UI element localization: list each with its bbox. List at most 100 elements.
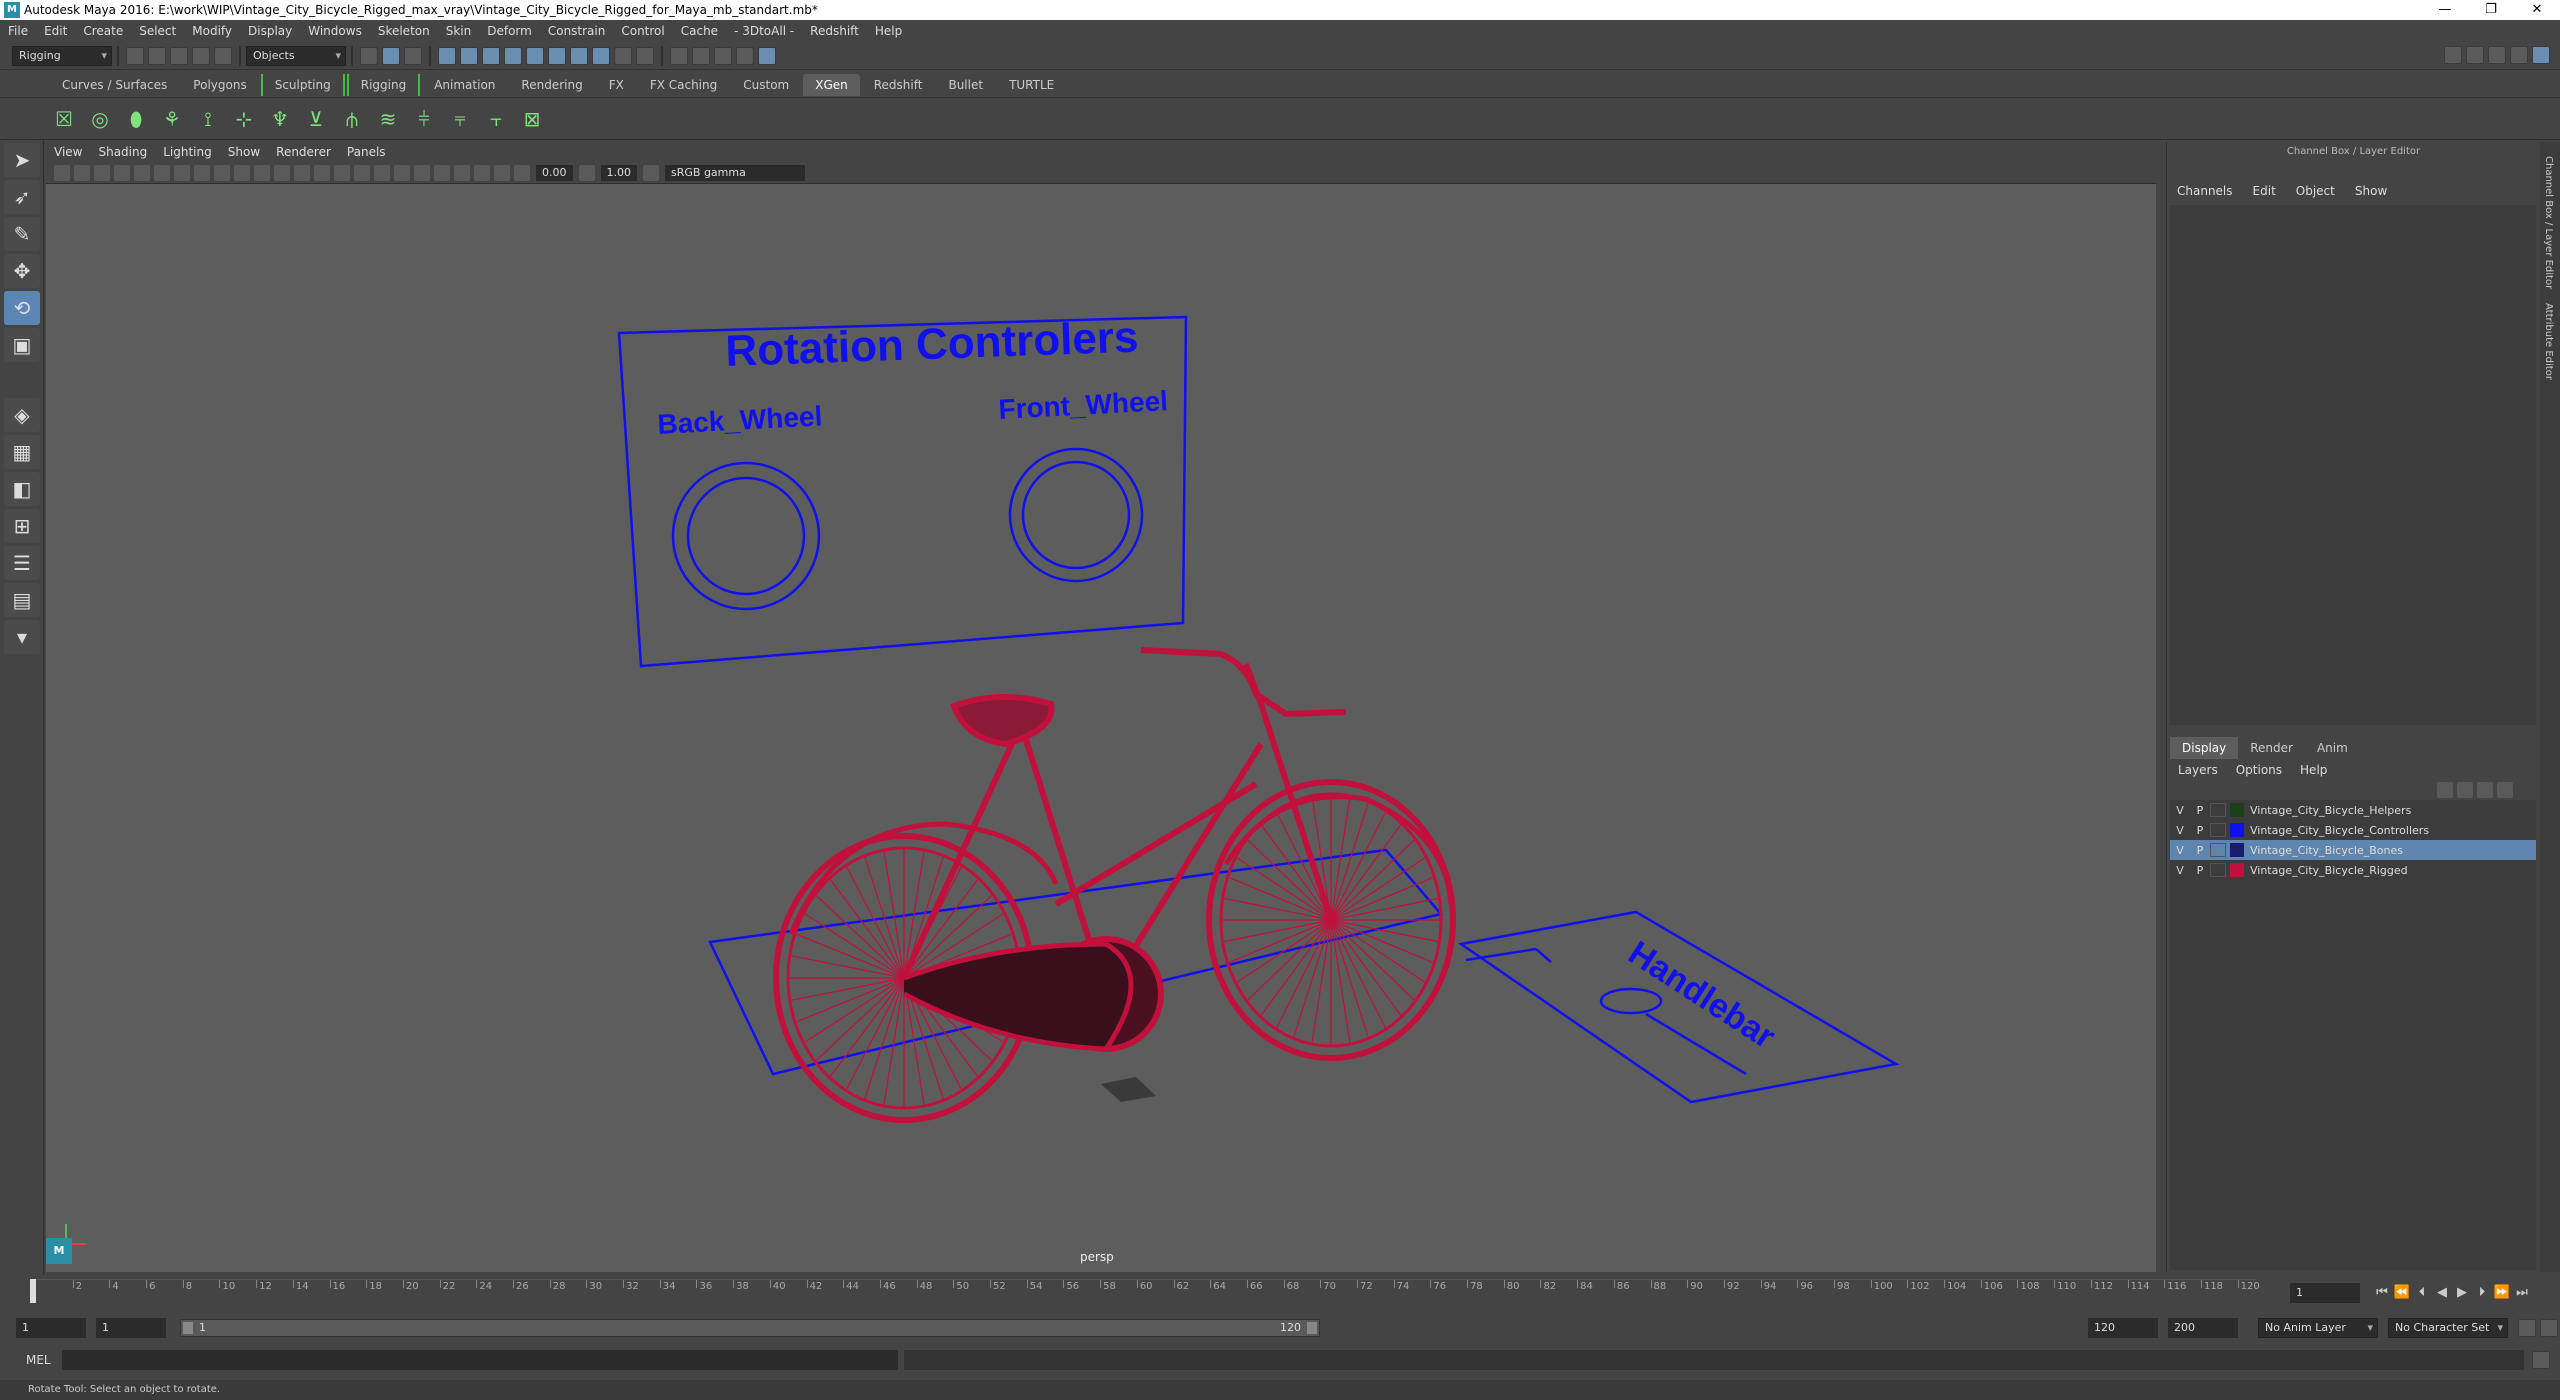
toolbox-more-icon[interactable]: ▾: [4, 620, 40, 654]
history-icon[interactable]: [592, 46, 610, 65]
go-to-end-icon[interactable]: ⏭: [2512, 1283, 2532, 1303]
range-bar[interactable]: 1 120: [180, 1319, 1320, 1337]
lights-icon[interactable]: [414, 164, 430, 181]
step-forward-frame-icon[interactable]: ⏵: [2472, 1283, 2492, 1303]
exposure-field[interactable]: 0.00: [536, 164, 573, 181]
shelf-tab-animation[interactable]: Animation: [422, 74, 507, 96]
layer-menu-options[interactable]: Options: [2236, 760, 2282, 780]
side-tab-channel-box[interactable]: Channel Box / Layer Editor: [2543, 156, 2554, 289]
undo-icon[interactable]: [192, 46, 210, 65]
range-start-handle[interactable]: [183, 1322, 193, 1334]
layer-color-swatch[interactable]: [2230, 803, 2244, 817]
viewport-menu-shading[interactable]: Shading: [90, 142, 155, 162]
select-component-icon[interactable]: [404, 46, 422, 65]
save-scene-icon[interactable]: [170, 46, 188, 65]
handlebar-controller[interactable]: [1457, 910, 1900, 1104]
xgen-create-description-icon[interactable]: ◎: [85, 104, 115, 134]
xgen-cut-icon[interactable]: ⫩: [409, 104, 439, 134]
channel-box-menu-edit[interactable]: Edit: [2253, 184, 2276, 198]
textured-icon[interactable]: [394, 164, 410, 181]
bookmark-icon[interactable]: [94, 164, 110, 181]
last-tool-icon[interactable]: ◈: [4, 398, 40, 432]
layer-playback-toggle[interactable]: P: [2190, 864, 2210, 877]
layer-menu-layers[interactable]: Layers: [2178, 760, 2218, 780]
shelf-tab-rendering[interactable]: Rendering: [509, 74, 594, 96]
menu-cache[interactable]: Cache: [673, 20, 726, 42]
playback-end-field[interactable]: 120: [2088, 1318, 2158, 1338]
layer-playback-toggle[interactable]: P: [2190, 844, 2210, 857]
animation-preferences-icon[interactable]: [2540, 1319, 2558, 1337]
shelf-tab-polygons[interactable]: Polygons: [181, 74, 258, 96]
menu-skin[interactable]: Skin: [438, 20, 480, 42]
image-plane-icon[interactable]: [114, 164, 130, 181]
menuset-dropdown[interactable]: Rigging: [12, 45, 112, 66]
auto-key-icon[interactable]: [2518, 1319, 2536, 1337]
select-hierarchy-icon[interactable]: [360, 46, 378, 65]
channel-box-menu-object[interactable]: Object: [2296, 184, 2335, 198]
shelf-tab-turtle[interactable]: TURTLE: [997, 74, 1066, 96]
render-view-icon[interactable]: [758, 46, 776, 65]
workspace-icon[interactable]: [2444, 46, 2462, 64]
xray-joints-icon[interactable]: [494, 164, 510, 181]
lock-icon[interactable]: [614, 46, 632, 65]
menu-constrain[interactable]: Constrain: [540, 20, 614, 42]
open-scene-icon[interactable]: [148, 46, 166, 65]
color-management-icon[interactable]: [643, 164, 659, 181]
animation-end-field[interactable]: 200: [2168, 1318, 2238, 1338]
grid-toggle-icon[interactable]: [174, 164, 190, 181]
script-editor-icon[interactable]: [2532, 1351, 2550, 1369]
viewport-menu-panels[interactable]: Panels: [339, 142, 394, 162]
lasso-tool-icon[interactable]: ➶: [4, 180, 40, 214]
current-frame-field[interactable]: 1: [2290, 1283, 2360, 1303]
menu-3dtoall[interactable]: - 3DtoAll -: [726, 20, 802, 42]
step-back-frame-icon[interactable]: ⏴: [2412, 1283, 2432, 1303]
rotate-tool-icon[interactable]: ⟲: [4, 291, 40, 325]
magnet-icon[interactable]: [636, 46, 654, 65]
modeling-toolkit-icon[interactable]: [2466, 46, 2484, 64]
safe-title-icon[interactable]: [294, 164, 310, 181]
field-chart-icon[interactable]: [254, 164, 270, 181]
layout-two-icon[interactable]: ◧: [4, 472, 40, 506]
layer-row[interactable]: V P Vintage_City_Bicycle_Bones: [2170, 840, 2536, 860]
layer-color-swatch[interactable]: [2230, 823, 2244, 837]
xgen-flatten-icon[interactable]: ⫟: [481, 104, 511, 134]
scale-tool-icon[interactable]: ▣: [4, 328, 40, 362]
xgen-lock-icon[interactable]: ⊻: [301, 104, 331, 134]
shelf-tab-sculpting[interactable]: Sculpting: [260, 73, 345, 96]
tab-anim[interactable]: Anim: [2305, 737, 2360, 759]
shelf-tab-custom[interactable]: Custom: [731, 74, 801, 96]
move-layer-down-icon[interactable]: [2457, 782, 2473, 798]
tab-display[interactable]: Display: [2170, 737, 2239, 759]
layer-playback-toggle[interactable]: P: [2190, 804, 2210, 817]
shelf-tab-redshift[interactable]: Redshift: [862, 74, 935, 96]
menu-windows[interactable]: Windows: [300, 20, 370, 42]
play-forwards-icon[interactable]: ▶: [2452, 1283, 2472, 1303]
layout-four-icon[interactable]: ⊞: [4, 509, 40, 543]
shelf-tab-fx[interactable]: FX: [597, 74, 636, 96]
layer-display-type[interactable]: [2210, 803, 2226, 817]
select-object-icon[interactable]: [382, 46, 400, 65]
layer-visibility-toggle[interactable]: V: [2170, 824, 2190, 837]
layout-single-icon[interactable]: ▦: [4, 435, 40, 469]
channel-box-toggle-icon[interactable]: [2532, 46, 2550, 64]
xgen-preview-icon[interactable]: ⊠: [517, 104, 547, 134]
command-input[interactable]: [62, 1350, 898, 1370]
film-gate-icon[interactable]: [194, 164, 210, 181]
wireframe-icon[interactable]: [314, 164, 330, 181]
menu-edit[interactable]: Edit: [36, 20, 75, 42]
xgen-primitive-icon[interactable]: ⬮: [121, 104, 151, 134]
viewport-persp[interactable]: Rotation Controlers Back_Wheel Front_Whe…: [46, 184, 2156, 1272]
grease-pencil-icon[interactable]: [154, 164, 170, 181]
tool-settings-icon[interactable]: [2510, 46, 2528, 64]
new-empty-layer-icon[interactable]: [2477, 782, 2493, 798]
gamma-field[interactable]: 1.00: [600, 164, 637, 181]
play-backwards-icon[interactable]: ◀: [2432, 1283, 2452, 1303]
shelf-tab-rigging[interactable]: Rigging: [346, 73, 421, 96]
animation-start-field[interactable]: 1: [16, 1318, 86, 1338]
attribute-editor-toggle-icon[interactable]: [2488, 46, 2506, 64]
ipr-render-icon[interactable]: [692, 46, 710, 65]
render-settings-icon[interactable]: [714, 46, 732, 65]
go-to-start-icon[interactable]: ⏮: [2372, 1283, 2392, 1303]
move-tool-icon[interactable]: ✥: [4, 254, 40, 288]
layer-visibility-toggle[interactable]: V: [2170, 864, 2190, 877]
